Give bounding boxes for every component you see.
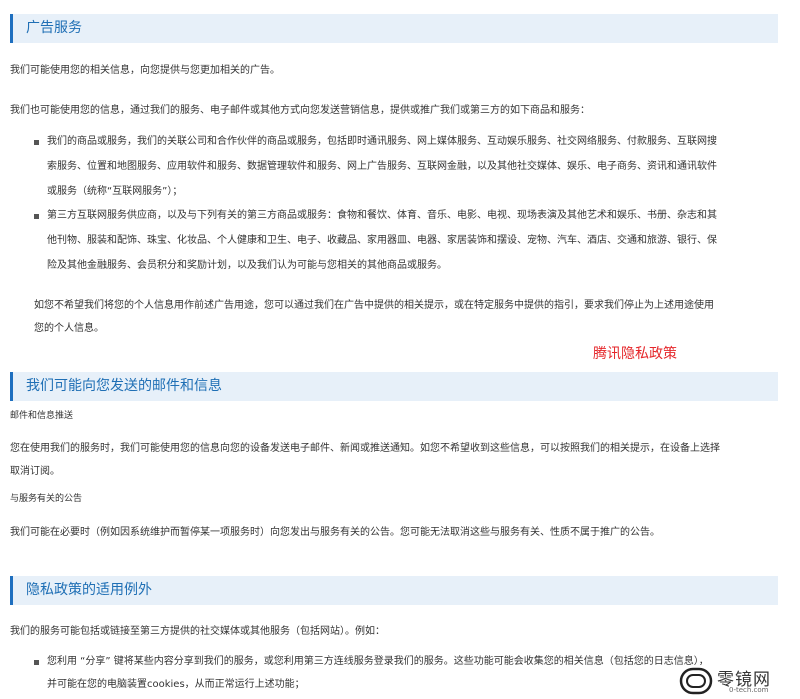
ads-paragraph-2: 我们也可能使用您的信息，通过我们的服务、电子邮件或其他方式向您发送营销信息，提供… xyxy=(10,105,590,116)
bullet-marker xyxy=(34,214,39,219)
list-item-line: 您利用 “分享” 键将某些内容分享到我们的服务，或您利用第三方连线服务登录我们的… xyxy=(47,656,709,667)
section-title-mail: 我们可能向您发送的邮件和信息 xyxy=(26,378,222,394)
mail-subheading-1: 邮件和信息推送 xyxy=(10,411,74,421)
ads-paragraph-3-line-1: 如您不希望我们将您的个人信息用作前述广告用途，您可以通过我们在广告中提供的相关提… xyxy=(34,300,714,311)
list-item-line: 或服务（统称“互联网服务”）； xyxy=(47,186,183,197)
watermark-logo: 零镜网 0-tech.com xyxy=(679,665,797,697)
ads-paragraph-3-line-2: 您的个人信息。 xyxy=(34,323,104,334)
exceptions-paragraph-1: 我们的服务可能包括或链接至第三方提供的社交媒体或其他服务（包括网站）。例如： xyxy=(10,626,385,637)
bullet-marker xyxy=(34,660,39,665)
list-item-line: 险及其他金融服务、会员积分和奖励计划，以及我们认为可能与您相关的其他商品或服务。 xyxy=(47,260,447,271)
mail-paragraph-2: 我们可能在必要时（例如因系统维护而暂停某一项服务时）向您发出与服务有关的公告。您… xyxy=(10,527,660,538)
section-header-ads: 广告服务 xyxy=(10,14,778,43)
ads-paragraph-1: 我们可能使用您的相关信息，向您提供与您更加相关的广告。 xyxy=(10,65,280,76)
list-item-line: 索服务、位置和地图服务、应用软件和服务、数据管理软件和服务、网上广告服务、互联网… xyxy=(47,161,717,172)
list-item-line: 并可能在您的电脑装置cookies，从而正常运行上述功能； xyxy=(47,679,305,690)
section-header-exceptions: 隐私政策的适用例外 xyxy=(10,576,778,605)
section-header-mail: 我们可能向您发送的邮件和信息 xyxy=(10,372,778,401)
annotation-label: 腾讯隐私政策 xyxy=(593,346,677,362)
section-title-ads: 广告服务 xyxy=(26,20,82,36)
mail-subheading-2: 与服务有关的公告 xyxy=(10,494,83,504)
list-item-line: 他刊物、服装和配饰、珠宝、化妆品、个人健康和卫生、电子、收藏品、家用器皿、电器、… xyxy=(47,235,717,246)
watermark-site: 0-tech.com xyxy=(729,686,769,694)
bullet-marker xyxy=(34,140,39,145)
list-item-line: 第三方互联网服务供应商，以及与下列有关的第三方商品或服务：食物和餐饮、体育、音乐… xyxy=(47,210,717,221)
section-title-exceptions: 隐私政策的适用例外 xyxy=(26,582,152,598)
mail-paragraph-1-line-2: 取消订阅。 xyxy=(10,466,60,477)
list-item-line: 我们的商品或服务，我们的关联公司和合作伙伴的商品或服务，包括即时通讯服务、网上媒… xyxy=(47,136,717,147)
lens-icon xyxy=(679,667,713,695)
mail-paragraph-1-line-1: 您在使用我们的服务时，我们可能使用您的信息向您的设备发送电子邮件、新闻或推送通知… xyxy=(10,443,720,454)
